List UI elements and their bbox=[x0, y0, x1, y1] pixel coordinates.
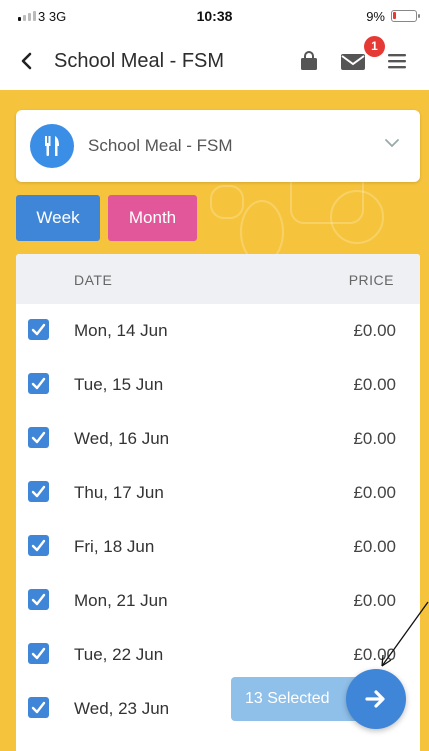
row-checkbox[interactable] bbox=[28, 373, 49, 394]
table-row[interactable]: Mon, 21 Jun £0.00 bbox=[16, 574, 420, 628]
page-title: School Meal - FSM bbox=[54, 50, 225, 72]
row-date: Tue, 22 Jun bbox=[74, 645, 164, 664]
cutlery-icon bbox=[45, 136, 59, 156]
row-price: £0.00 bbox=[353, 645, 396, 664]
basket-button[interactable] bbox=[298, 50, 320, 72]
row-price: £0.00 bbox=[353, 429, 396, 448]
checkmark-icon bbox=[31, 431, 46, 444]
back-button[interactable] bbox=[14, 48, 40, 74]
table-row[interactable]: Thu, 17 Jun £0.00 bbox=[16, 466, 420, 520]
row-price: £0.00 bbox=[353, 591, 396, 610]
mail-badge: 1 bbox=[364, 36, 385, 57]
table-row[interactable]: Wed, 16 Jun £0.00 bbox=[16, 412, 420, 466]
row-checkbox[interactable] bbox=[28, 535, 49, 556]
row-date: Mon, 14 Jun bbox=[74, 321, 168, 340]
row-date: Mon, 21 Jun bbox=[74, 591, 168, 610]
row-price: £0.00 bbox=[353, 537, 396, 556]
row-checkbox[interactable] bbox=[28, 643, 49, 664]
checkmark-icon bbox=[31, 485, 46, 498]
table-row[interactable]: Mon, 14 Jun £0.00 bbox=[16, 304, 420, 358]
next-button[interactable] bbox=[346, 669, 406, 729]
row-date: Wed, 16 Jun bbox=[74, 429, 170, 448]
row-price: £0.00 bbox=[353, 321, 396, 340]
row-date: Thu, 17 Jun bbox=[74, 483, 164, 502]
row-checkbox[interactable] bbox=[28, 589, 49, 610]
table-header: DATE PRICE bbox=[16, 254, 420, 304]
shopping-bag-icon bbox=[301, 51, 317, 70]
checkmark-icon bbox=[31, 701, 46, 714]
battery-percent: 9% bbox=[366, 9, 385, 24]
messages-button[interactable] bbox=[340, 52, 366, 72]
checkmark-icon bbox=[31, 377, 46, 390]
app-header: School Meal - FSM 1 bbox=[0, 34, 429, 90]
checkmark-icon bbox=[31, 593, 46, 606]
arrow-right-icon bbox=[365, 690, 385, 708]
row-checkbox[interactable] bbox=[28, 697, 49, 718]
checkmark-icon bbox=[31, 539, 46, 552]
row-checkbox[interactable] bbox=[28, 481, 49, 502]
column-header-price: PRICE bbox=[348, 272, 394, 288]
month-view-button[interactable]: Month bbox=[108, 195, 197, 241]
column-header-date: DATE bbox=[74, 272, 113, 288]
chevron-down-icon bbox=[385, 139, 399, 148]
meal-icon-circle bbox=[30, 124, 74, 168]
row-date: Fri, 18 Jun bbox=[74, 537, 155, 556]
status-bar: 3 3G 10:38 9% bbox=[0, 0, 429, 34]
table-row[interactable]: Tue, 15 Jun £0.00 bbox=[16, 358, 420, 412]
meal-selector-dropdown[interactable]: School Meal - FSM bbox=[16, 110, 420, 182]
chevron-left-icon bbox=[21, 52, 32, 70]
row-checkbox[interactable] bbox=[28, 319, 49, 340]
checkmark-icon bbox=[31, 647, 46, 660]
checkmark-icon bbox=[31, 323, 46, 336]
menu-button[interactable] bbox=[386, 51, 408, 71]
mail-icon bbox=[341, 54, 365, 70]
hamburger-menu-icon bbox=[388, 54, 406, 69]
row-price: £0.00 bbox=[353, 483, 396, 502]
week-view-button[interactable]: Week bbox=[16, 195, 100, 241]
meal-selector-value: School Meal - FSM bbox=[88, 136, 233, 155]
row-date: Wed, 23 Jun bbox=[74, 699, 170, 718]
row-price: £0.00 bbox=[353, 375, 396, 394]
battery-icon bbox=[391, 10, 420, 22]
clock: 10:38 bbox=[196, 8, 233, 24]
row-checkbox[interactable] bbox=[28, 427, 49, 448]
row-date: Tue, 15 Jun bbox=[74, 375, 164, 394]
table-row[interactable]: Fri, 18 Jun £0.00 bbox=[16, 520, 420, 574]
